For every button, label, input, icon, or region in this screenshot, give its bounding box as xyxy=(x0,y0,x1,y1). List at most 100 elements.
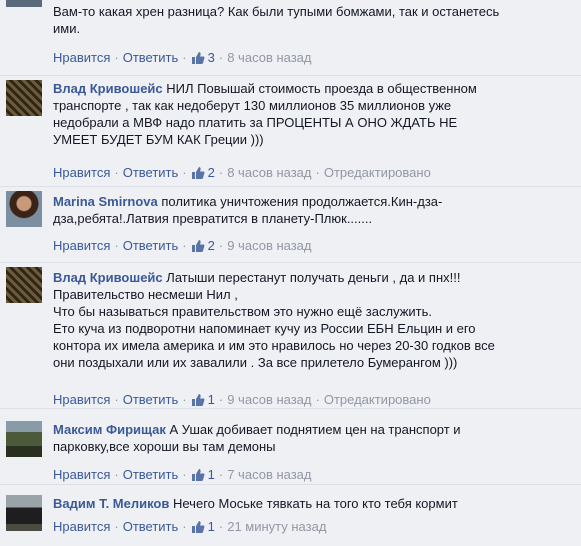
like-button[interactable]: Нравится xyxy=(53,165,110,180)
like-count: 2 xyxy=(207,238,215,253)
like-count-link[interactable]: 2 xyxy=(191,238,215,253)
comment: Влад Кривошейс НИЛ Повышай стоимость про… xyxy=(0,75,581,186)
separator: · xyxy=(315,165,320,180)
reply-button[interactable]: Ответить xyxy=(123,50,179,65)
comment-first-line: Marina Smirnova политика уничтожения про… xyxy=(53,193,569,210)
reply-button[interactable]: Ответить xyxy=(123,392,179,407)
thumbs-up-icon xyxy=(191,240,205,252)
timestamp[interactable]: 7 часов назад xyxy=(227,467,311,482)
separator: · xyxy=(114,238,119,253)
author-name[interactable]: Вадим Т. Меликов xyxy=(53,496,169,511)
comment-body: Влад Кривошейс НИЛ Повышай стоимость про… xyxy=(53,80,569,148)
comment-first-line: Вадим Т. Меликов Нечего Моське тявкать н… xyxy=(53,495,569,512)
separator: · xyxy=(182,519,187,534)
comment-actions: Нравится · Ответить · 2 · 9 часов назад xyxy=(53,237,312,254)
thumbs-up-icon xyxy=(191,52,205,64)
author-name[interactable]: Влад Кривошейс xyxy=(53,81,163,96)
comment-text-line: они поздыхали или их завалили . За все п… xyxy=(53,355,458,370)
comment: Влад Кривошейс Латыши перестанут получат… xyxy=(0,262,581,408)
comment-body: Marina Smirnova политика уничтожения про… xyxy=(53,193,569,227)
avatar[interactable] xyxy=(6,191,42,227)
comment-text-line: Латыши перестанут получать деньги , да и… xyxy=(166,270,461,285)
author-name[interactable]: Marina Smirnova xyxy=(53,194,158,209)
separator: · xyxy=(218,50,224,65)
separator: · xyxy=(114,467,119,482)
comment: Вадим Т. Меликов Нечего Моське тявкать н… xyxy=(0,484,581,546)
comment: Максим Фирищак А Ушак добивает поднятием… xyxy=(0,408,581,484)
timestamp[interactable]: 9 часов назад xyxy=(227,238,311,253)
like-count-link[interactable]: 3 xyxy=(191,50,215,65)
comment-actions: Нравится · Ответить · 1 · 9 часов назад · Отреда… xyxy=(53,391,431,408)
like-count-link[interactable]: 1 xyxy=(191,519,215,534)
like-count: 3 xyxy=(207,50,215,65)
separator: · xyxy=(218,467,224,482)
comment-text-line: Правительство несмеши Нил , xyxy=(53,287,238,302)
like-button[interactable]: Нравится xyxy=(53,238,110,253)
like-count-link[interactable]: 1 xyxy=(191,392,215,407)
author-name[interactable]: Влад Кривошейс xyxy=(53,270,163,285)
separator: · xyxy=(182,467,187,482)
comment-text-line: политика уничтожения продолжается.Кин-дз… xyxy=(161,194,443,209)
reply-button[interactable]: Ответить xyxy=(123,238,179,253)
comment-text-line: недобрали а МВФ надо платить за ПРОЦЕНТЫ… xyxy=(53,115,458,130)
comment: Вам-то какая хрен разница? Как были тупы… xyxy=(0,0,581,75)
timestamp[interactable]: 9 часов назад xyxy=(227,392,311,407)
edited-label[interactable]: Отредактировано xyxy=(324,392,431,407)
like-button[interactable]: Нравится xyxy=(53,50,110,65)
comment: Marina Smirnova политика уничтожения про… xyxy=(0,186,581,262)
avatar[interactable] xyxy=(6,0,42,7)
thumbs-up-icon xyxy=(191,469,205,481)
reply-button[interactable]: Ответить xyxy=(123,165,179,180)
avatar[interactable] xyxy=(6,80,42,116)
edited-label[interactable]: Отредактировано xyxy=(324,165,431,180)
separator: · xyxy=(182,50,187,65)
comment-text-line: дза,ребята!.Латвия превратится в планету… xyxy=(53,211,373,226)
avatar[interactable] xyxy=(6,495,42,531)
like-count: 1 xyxy=(207,392,215,407)
separator: · xyxy=(114,392,119,407)
separator: · xyxy=(218,519,224,534)
separator: · xyxy=(218,238,224,253)
comment-body: Влад Кривошейс Латыши перестанут получат… xyxy=(53,269,569,371)
comment-body: Максим Фирищак А Ушак добивает поднятием… xyxy=(53,421,569,455)
like-count-link[interactable]: 2 xyxy=(191,165,215,180)
comment-text-line: парковку,все хороши вы там демоны xyxy=(53,439,276,454)
like-count: 1 xyxy=(207,467,215,482)
comment-text-line: контора их имела америка и им это нравил… xyxy=(53,338,495,353)
comment-text-line: УМЕЕТ БУДЕТ БУМ КАК Греции ))) xyxy=(53,132,264,147)
reply-button[interactable]: Ответить xyxy=(123,519,179,534)
reply-button[interactable]: Ответить xyxy=(123,467,179,482)
like-count: 2 xyxy=(207,165,215,180)
comment-text-line: НИЛ Повышай стоимость проезда в обществе… xyxy=(166,81,477,96)
separator: · xyxy=(218,165,224,180)
comment-text-line: транспорте , так как недоберут 130 милли… xyxy=(53,98,452,113)
comment-text-line: Вам-то какая хрен разница? Как были тупы… xyxy=(53,4,500,19)
comment-actions: Нравится · Ответить · 2 · 8 часов назад · Отреда… xyxy=(53,164,431,181)
separator: · xyxy=(182,165,187,180)
avatar[interactable] xyxy=(6,421,42,457)
separator: · xyxy=(218,392,224,407)
author-name[interactable]: Максим Фирищак xyxy=(53,422,166,437)
separator: · xyxy=(114,519,119,534)
thumbs-up-icon xyxy=(191,394,205,406)
comment-actions: Нравится · Ответить · 1 · 21 минуту назад xyxy=(53,518,326,535)
comment-body: Вадим Т. Меликов Нечего Моське тявкать н… xyxy=(53,495,569,512)
avatar[interactable] xyxy=(6,267,42,303)
like-button[interactable]: Нравится xyxy=(53,467,110,482)
timestamp[interactable]: 21 минуту назад xyxy=(227,519,326,534)
comment-body: Вам-то какая хрен разница? Как были тупы… xyxy=(53,3,569,37)
comment-text-line: А Ушак добивает поднятием цен на транспо… xyxy=(169,422,461,437)
comment-text-line: ими. xyxy=(53,21,81,36)
like-button[interactable]: Нравится xyxy=(53,519,110,534)
separator: · xyxy=(114,165,119,180)
timestamp[interactable]: 8 часов назад xyxy=(227,165,311,180)
separator: · xyxy=(315,392,320,407)
timestamp[interactable]: 8 часов назад xyxy=(227,50,311,65)
like-count-link[interactable]: 1 xyxy=(191,467,215,482)
comment-first-line: Влад Кривошейс НИЛ Повышай стоимость про… xyxy=(53,80,569,97)
separator: · xyxy=(114,50,119,65)
comment-text-line: Что бы называться правительством это нуж… xyxy=(53,304,433,319)
thumbs-up-icon xyxy=(191,167,205,179)
comment-first-line: Максим Фирищак А Ушак добивает поднятием… xyxy=(53,421,569,438)
like-button[interactable]: Нравится xyxy=(53,392,110,407)
